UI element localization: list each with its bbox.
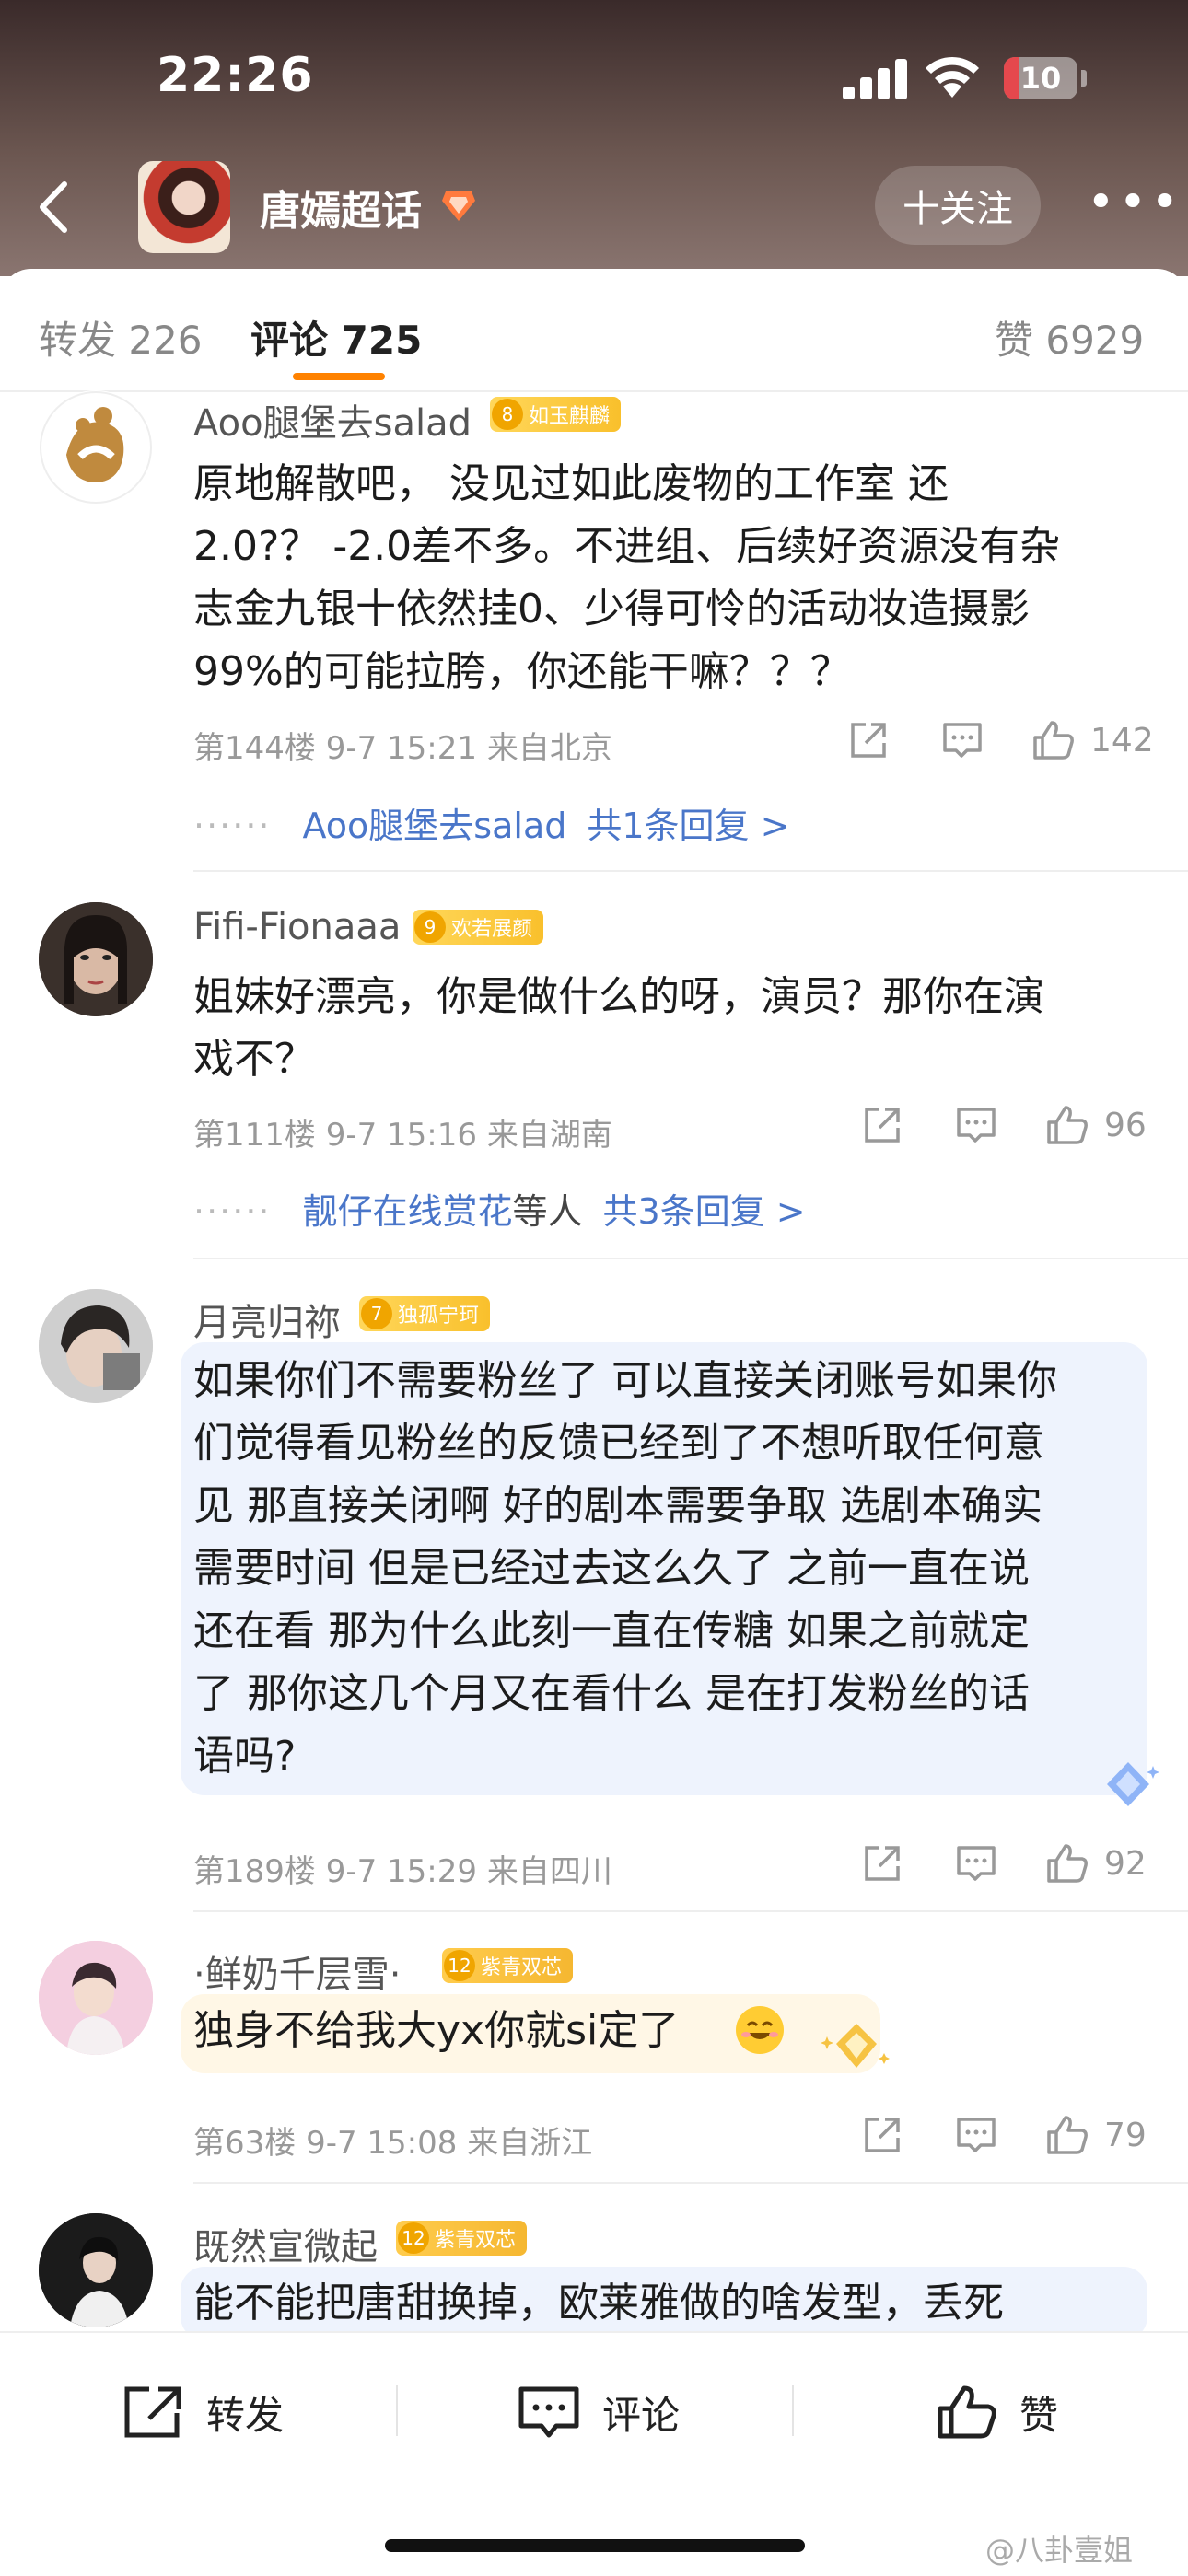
super-topic-avatar[interactable]	[138, 161, 230, 253]
back-arrow-icon[interactable]	[28, 175, 83, 239]
wifi-icon	[926, 56, 979, 98]
diamond-badge-icon	[442, 191, 475, 221]
like-count: 92	[1104, 1844, 1147, 1883]
comment-meta: 第63楼 9-7 15:08 来自浙江	[193, 2125, 593, 2162]
comment-icon	[518, 2386, 579, 2438]
status-time: 22:26	[157, 48, 314, 103]
share-icon[interactable]	[861, 2113, 903, 2157]
comment-text: 如果你们不需要粉丝了 可以直接关闭账号如果你 们觉得看见粉丝的反馈已经到了不想听取…	[193, 1357, 1057, 1780]
comment-text: 原地解散吧， 没见过如此废物的工作室 还 2.0?？ -2.0差不多。不进组、后续…	[193, 460, 1061, 695]
like-button[interactable]: 96	[1045, 1103, 1147, 1147]
tab-likes[interactable]: 赞 6929	[995, 309, 1144, 366]
home-indicator[interactable]	[385, 2539, 805, 2552]
comment-text: 姐妹好漂亮，你是做什么的呀，演员？那你在演 戏不？	[193, 973, 1044, 1083]
comment-username[interactable]: Aoo腿堡去salad	[193, 393, 472, 447]
reply-count[interactable]: 共1条回复 >	[587, 806, 789, 846]
like-button[interactable]: 92	[1045, 1841, 1147, 1886]
comment-text: 独身不给我大yx你就si定了	[193, 2007, 680, 2054]
thumbs-up-icon	[938, 2385, 996, 2439]
avatar[interactable]	[39, 1289, 153, 1403]
like-count: 79	[1104, 2116, 1147, 2154]
comment-meta: 第111楼 9-7 15:16 来自湖南	[193, 1117, 612, 1154]
battery-icon: 10	[1004, 57, 1077, 99]
badge-level: 7	[361, 1298, 392, 1329]
reply-summary[interactable]: ······ Aoo腿堡去salad 共1条回复 >	[193, 797, 789, 848]
badge-text: 独孤宁珂	[398, 1305, 480, 1328]
fan-level-badge: 12 紫青双芯	[442, 1948, 574, 1983]
badge-level: 12	[444, 1950, 475, 1981]
battery-level: 10	[1019, 61, 1062, 96]
reply-icon[interactable]	[955, 1841, 997, 1886]
cellular-signal-icon	[843, 57, 907, 99]
comment-meta: 第144楼 9-7 15:21 来自北京	[193, 730, 612, 767]
like-count: 96	[1104, 1106, 1147, 1144]
tab-comments[interactable]: 评论 725	[250, 309, 422, 366]
reply-username[interactable]: Aoo腿堡去salad	[302, 806, 566, 846]
share-icon[interactable]	[847, 718, 890, 762]
avatar[interactable]	[39, 902, 153, 1016]
like-count: 142	[1090, 721, 1154, 760]
comment-username[interactable]: Fifi-Fionaaa	[193, 906, 401, 948]
badge-level: 12	[398, 2222, 429, 2254]
reply-icon[interactable]	[941, 718, 984, 762]
reply-summary[interactable]: ······ 靓仔在线赏花等人 共3条回复 >	[193, 1183, 806, 1234]
more-options-icon[interactable]: •••	[1087, 179, 1179, 226]
comment-username[interactable]: 既然宣微起	[193, 2217, 378, 2270]
badge-text: 如玉麒麟	[529, 405, 611, 428]
watermark: @八卦壹姐	[985, 2533, 1134, 2568]
avatar[interactable]	[39, 1941, 153, 2055]
reply-count[interactable]: 共3条回复 >	[603, 1191, 806, 1232]
repost-icon	[124, 2386, 181, 2438]
super-topic-title[interactable]: 唐嫣超话	[260, 178, 422, 237]
tabs-divider	[0, 390, 1188, 392]
badge-text: 欢若展颜	[451, 918, 533, 941]
crown-badge-icon	[821, 2024, 890, 2068]
fan-level-badge: 7 独孤宁珂	[359, 1296, 491, 1331]
comment-username[interactable]: ·鲜奶千层雪·	[193, 1944, 401, 1998]
sparkle-diamond-icon	[1107, 1762, 1159, 1806]
badge-text: 紫青双芯	[481, 1956, 563, 1979]
share-icon[interactable]	[861, 1841, 903, 1886]
fan-level-badge: 9 欢若展颜	[413, 910, 544, 945]
follow-button[interactable]: 十关注	[875, 166, 1041, 245]
badge-level: 9	[414, 911, 446, 943]
comment-username[interactable]: 月亮归祢	[193, 1293, 341, 1346]
tab-repost[interactable]: 转发 226	[39, 309, 203, 366]
avatar[interactable]	[39, 390, 153, 505]
comment-text: 能不能把唐甜换掉，欧莱雅做的啥发型，丢死	[193, 2280, 1004, 2327]
reply-username[interactable]: 靓仔在线赏花	[302, 1191, 512, 1232]
reply-icon[interactable]	[955, 1103, 997, 1147]
like-button[interactable]: 赞	[935, 2380, 1058, 2444]
active-tab-indicator	[293, 373, 385, 380]
like-button[interactable]: 142	[1031, 718, 1154, 762]
comment-button[interactable]: 评论	[518, 2380, 680, 2444]
smile-emoji-icon	[736, 2006, 784, 2054]
badge-level: 8	[492, 399, 523, 430]
like-button[interactable]: 79	[1045, 2113, 1147, 2157]
reply-icon[interactable]	[955, 2113, 997, 2157]
fan-level-badge: 12 紫青双芯	[396, 2221, 528, 2256]
avatar[interactable]	[39, 2213, 153, 2327]
repost-button[interactable]: 转发	[122, 2380, 284, 2444]
badge-text: 紫青双芯	[435, 2229, 517, 2252]
fan-level-badge: 8 如玉麒麟	[490, 397, 622, 432]
comment-meta: 第189楼 9-7 15:29 来自四川	[193, 1853, 612, 1890]
share-icon[interactable]	[861, 1103, 903, 1147]
